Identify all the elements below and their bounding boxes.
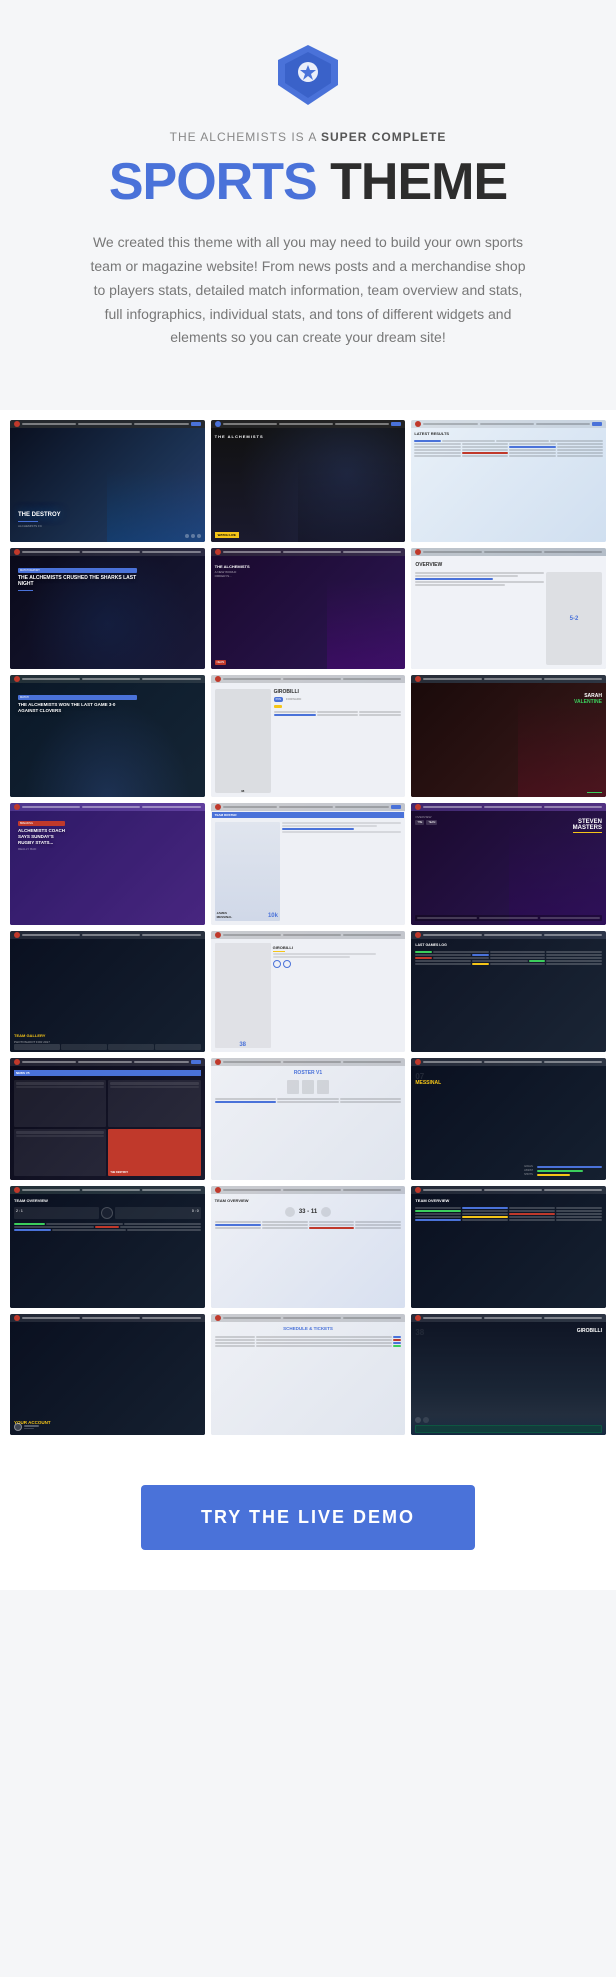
screenshot-17[interactable]: ROSTER V1 [211, 1058, 406, 1180]
screenshot-6[interactable]: OVERVIEW 5-2 [411, 548, 606, 670]
screenshot-1[interactable]: THE DESTROY ALCHEMISTS FC [10, 420, 205, 542]
screenshot-13[interactable]: TEAM GALLERY PHOTOSHOOT FOR 2017 [10, 931, 205, 1053]
header-description: We created this theme with all you may n… [88, 231, 528, 350]
header-section: THE ALCHEMISTS IS A SUPER COMPLETE SPORT… [0, 0, 616, 410]
main-title: SPORTS THEME [60, 154, 556, 211]
screenshot-19[interactable]: TEAM OVERVIEW 2 : 1 0 : 0 [10, 1186, 205, 1308]
screenshot-7[interactable]: MATCH THE ALCHEMISTS WON THE LAST GAME 3… [10, 675, 205, 797]
screenshot-4[interactable]: MATCH REPORT THE ALCHEMISTS CRUSHED THE … [10, 548, 205, 670]
screenshot-18[interactable]: 07 MESSINAL GOALS ASSIST SHOTS [411, 1058, 606, 1180]
screenshot-22[interactable]: YOUR ACCOUNT [10, 1314, 205, 1436]
screenshot-16[interactable]: NEWS V5 [10, 1058, 205, 1180]
logo-icon [273, 40, 343, 110]
screenshot-23[interactable]: SCHEDULE & TICKETS [211, 1314, 406, 1436]
screenshot-21[interactable]: TEAM OVERVIEW [411, 1186, 606, 1308]
header-subtitle: THE ALCHEMISTS IS A SUPER COMPLETE [60, 130, 556, 144]
screenshot-8[interactable]: 38 GIROBILLI POS FORWARD [211, 675, 406, 797]
screenshot-15[interactable]: LAST GAMES LOG [411, 931, 606, 1053]
screenshot-12[interactable]: OVERVIEW THE TEAM STEVENMASTERS [411, 803, 606, 925]
screenshot-10[interactable]: BREAKING ALCHEMISTS COACHSAYS SUNDAY'SRU… [10, 803, 205, 925]
screenshot-14[interactable]: 38 GIROBILLI [211, 931, 406, 1053]
cta-button[interactable]: TRY THE LIVE DEMO [141, 1485, 475, 1550]
screenshot-24[interactable]: 38 GIROBILLI [411, 1314, 606, 1436]
cta-section: TRY THE LIVE DEMO [0, 1445, 616, 1590]
screenshots-grid: THE DESTROY ALCHEMISTS FC [10, 420, 606, 1435]
screenshot-2[interactable]: THE ALCHEMISTS WATCH LIVE [211, 420, 406, 542]
screenshot-3[interactable]: LATEST RESULTS [411, 420, 606, 542]
screenshots-section: THE DESTROY ALCHEMISTS FC [0, 410, 616, 1445]
screenshot-5[interactable]: THE ALCHEMISTS A NEW WORLDORDER IS... NE… [211, 548, 406, 670]
screenshot-20[interactable]: TEAM OVERVIEW 33 - 11 [211, 1186, 406, 1308]
screenshot-9[interactable]: SARAH VALENTINE [411, 675, 606, 797]
screenshot-11[interactable]: TEAM ROSTER JAMESMESSINAL 10k [211, 803, 406, 925]
